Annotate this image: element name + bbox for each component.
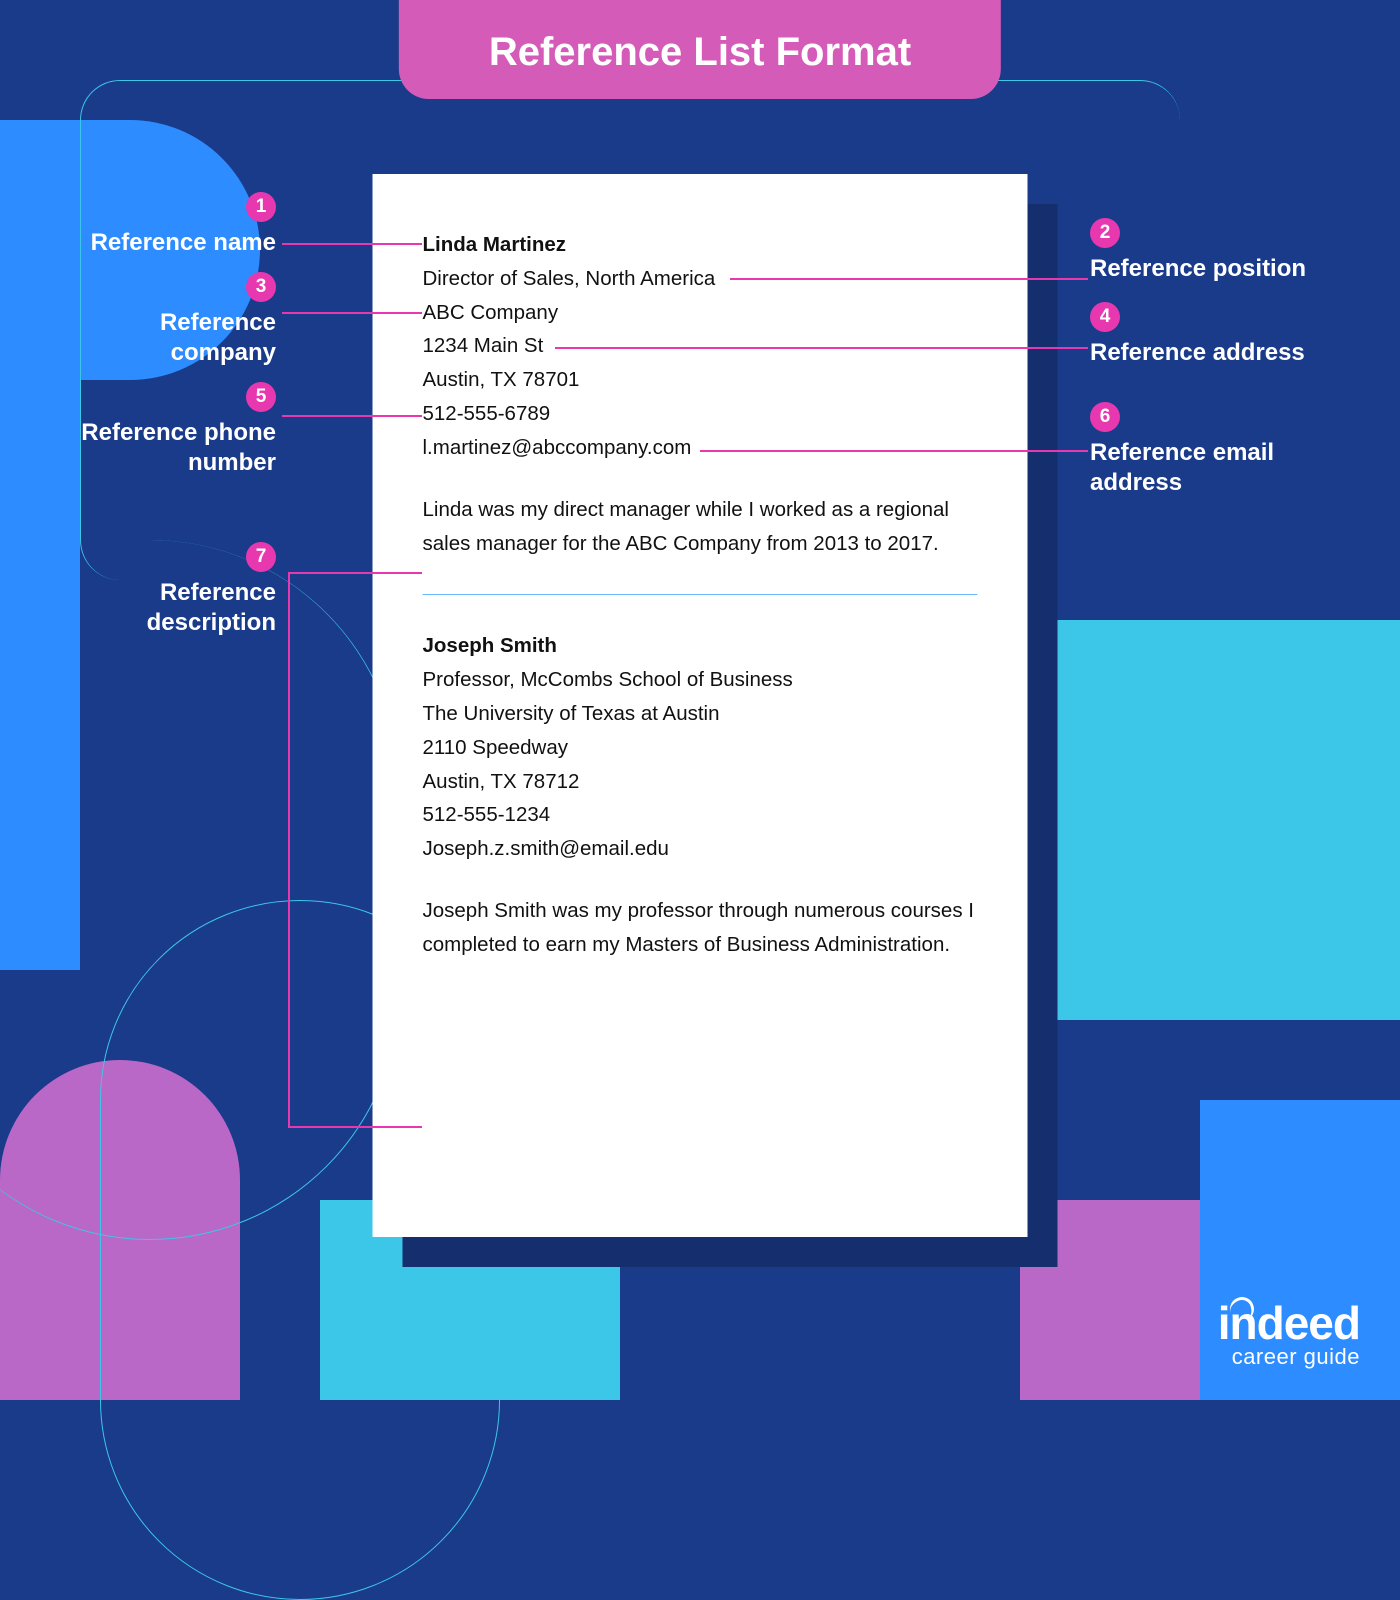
connector-line — [288, 1126, 422, 1128]
reference-description: Joseph Smith was my professor through nu… — [423, 894, 978, 962]
reference-email: Joseph.z.smith@email.edu — [423, 832, 978, 866]
badge-number: 1 — [246, 192, 276, 222]
callout-label: Reference phone number — [81, 419, 276, 476]
badge-number: 5 — [246, 382, 276, 412]
reference-address-line1: 2110 Speedway — [423, 731, 978, 765]
reference-description: Linda was my direct manager while I work… — [423, 493, 978, 561]
reference-entry: Joseph Smith Professor, McCombs School o… — [423, 629, 978, 961]
callout-reference-email: 6 Reference email address — [1090, 400, 1360, 498]
reference-document: Linda Martinez Director of Sales, North … — [373, 174, 1028, 1237]
reference-position: Professor, McCombs School of Business — [423, 663, 978, 697]
reference-address-line2: Austin, TX 78712 — [423, 765, 978, 799]
callout-label: Reference name — [91, 229, 276, 256]
connector-line — [730, 278, 1088, 280]
callout-reference-description: 7 Reference description — [30, 540, 276, 638]
badge-number: 2 — [1090, 218, 1120, 248]
callout-label: Reference position — [1090, 255, 1306, 282]
connector-line — [282, 415, 422, 417]
reference-phone: 512-555-6789 — [423, 397, 978, 431]
reference-company: The University of Texas at Austin — [423, 697, 978, 731]
badge-number: 7 — [246, 542, 276, 572]
callout-reference-address: 4 Reference address — [1090, 300, 1360, 368]
callout-reference-name: 1 Reference name — [30, 190, 276, 258]
connector-line — [282, 312, 422, 314]
badge-number: 6 — [1090, 402, 1120, 432]
callout-reference-company: 3 Reference company — [30, 270, 276, 368]
callout-reference-position: 2 Reference position — [1090, 216, 1360, 284]
connector-line — [700, 450, 1088, 452]
reference-name: Joseph Smith — [423, 629, 978, 663]
connector-line — [288, 572, 422, 574]
reference-name: Linda Martinez — [423, 228, 978, 262]
badge-number: 3 — [246, 272, 276, 302]
divider — [423, 594, 978, 595]
reference-company: ABC Company — [423, 296, 978, 330]
callout-label: Reference description — [147, 579, 276, 636]
connector-line — [555, 347, 1088, 349]
brand-name: indeed — [1218, 1296, 1360, 1350]
callout-label: Reference address — [1090, 339, 1305, 366]
connector-line — [282, 243, 422, 245]
brand-logo: indeed career guide — [1218, 1296, 1360, 1370]
reference-phone: 512-555-1234 — [423, 798, 978, 832]
callout-label: Reference company — [160, 309, 276, 366]
reference-address-line2: Austin, TX 78701 — [423, 363, 978, 397]
badge-number: 4 — [1090, 302, 1120, 332]
document-wrapper: Linda Martinez Director of Sales, North … — [373, 174, 1028, 1237]
page-title: Reference List Format — [399, 0, 1001, 99]
callout-reference-phone: 5 Reference phone number — [30, 380, 276, 478]
reference-email: l.martinez@abccompany.com — [423, 431, 978, 465]
connector-line — [288, 572, 290, 1126]
callout-label: Reference email address — [1090, 439, 1274, 496]
